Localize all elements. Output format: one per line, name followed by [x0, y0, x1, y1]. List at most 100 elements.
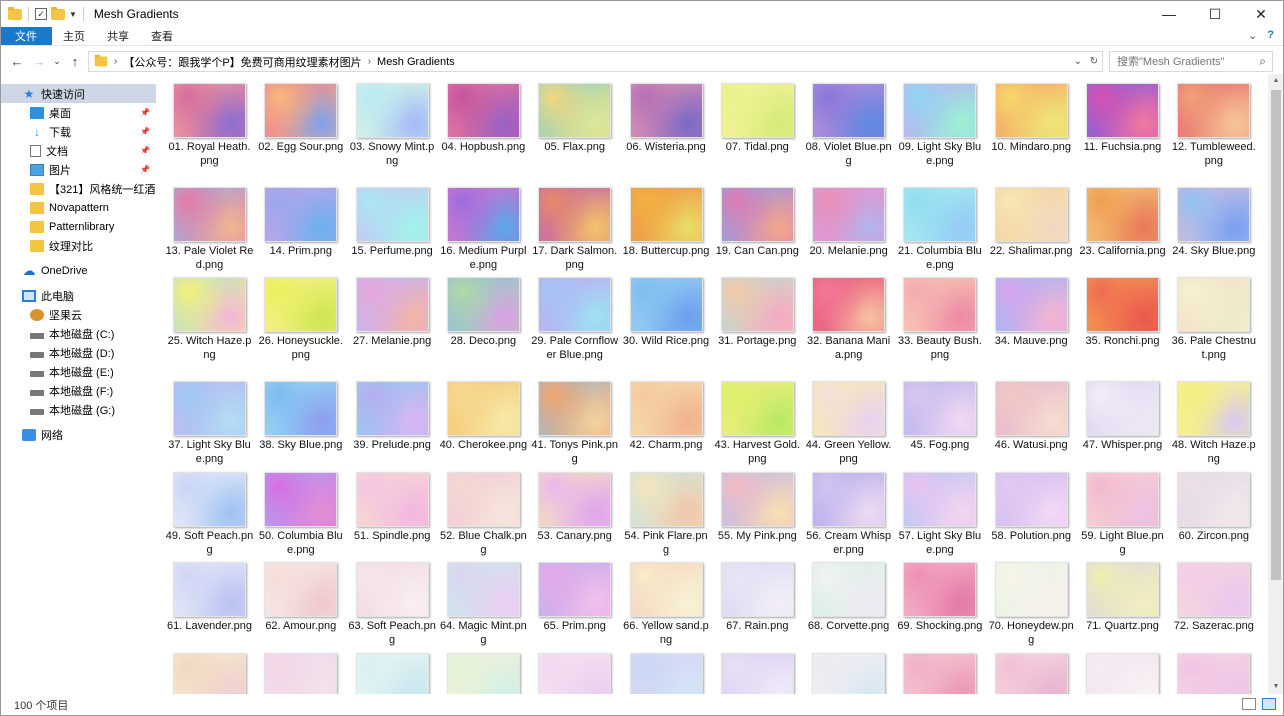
- file-item[interactable]: 18. Buttercup.png: [621, 184, 712, 259]
- file-item[interactable]: 37. Light Sky Blue.png: [164, 378, 255, 466]
- file-item[interactable]: 05. Flax.png: [529, 80, 620, 155]
- scrollbar-thumb[interactable]: [1271, 90, 1281, 580]
- file-item[interactable]: 20. Melanie.png: [803, 184, 894, 259]
- file-item[interactable]: 68. Corvette.png: [803, 559, 894, 634]
- file-item[interactable]: [1077, 650, 1168, 694]
- large-icons-view-icon[interactable]: [1262, 698, 1276, 710]
- file-item[interactable]: 58. Polution.png: [986, 469, 1077, 544]
- file-item[interactable]: 60. Zircon.png: [1168, 469, 1259, 544]
- minimize-button[interactable]: —: [1146, 0, 1192, 28]
- tab-home[interactable]: 主页: [52, 27, 96, 45]
- file-item[interactable]: 49. Soft Peach.png: [164, 469, 255, 557]
- nav-item[interactable]: 本地磁盘 (G:): [0, 400, 156, 419]
- nav-item[interactable]: ☁ OneDrive: [0, 261, 156, 280]
- nav-item[interactable]: 网络: [0, 425, 156, 444]
- nav-item[interactable]: 本地磁盘 (D:): [0, 343, 156, 362]
- file-item[interactable]: 63. Soft Peach.png: [347, 559, 438, 647]
- file-item[interactable]: 64. Magic Mint.png: [438, 559, 529, 647]
- file-item[interactable]: 41. Tonys Pink.png: [529, 378, 620, 466]
- expand-ribbon-chevron-icon[interactable]: ⌄: [1248, 29, 1257, 42]
- file-item[interactable]: 01. Royal Heath.png: [164, 80, 255, 168]
- close-button[interactable]: ✕: [1238, 0, 1284, 28]
- file-item[interactable]: 13. Pale Violet Red.png: [164, 184, 255, 272]
- file-item[interactable]: 07. Tidal.png: [712, 80, 803, 155]
- file-item[interactable]: 15. Perfume.png: [347, 184, 438, 259]
- file-item[interactable]: 50. Columbia Blue.png: [255, 469, 346, 557]
- file-item[interactable]: 36. Pale Chestnut.png: [1168, 274, 1259, 362]
- up-arrow-icon[interactable]: ↑: [64, 54, 86, 69]
- file-item[interactable]: 11. Fuchsia.png: [1077, 80, 1168, 155]
- search-icon[interactable]: ⌕: [1259, 54, 1266, 69]
- nav-item[interactable]: 【321】风格统一红酒: [0, 179, 156, 198]
- breadcrumb-item-current[interactable]: Mesh Gradients: [377, 56, 455, 68]
- file-item[interactable]: 66. Yellow sand.png: [621, 559, 712, 647]
- file-item[interactable]: 43. Harvest Gold.png: [712, 378, 803, 466]
- file-item[interactable]: 45. Fog.png: [894, 378, 985, 453]
- nav-item[interactable]: 图片 📌: [0, 160, 156, 179]
- nav-item[interactable]: 桌面 📌: [0, 103, 156, 122]
- back-arrow-icon[interactable]: ←: [6, 54, 28, 69]
- file-item[interactable]: 12. Tumbleweed.png: [1168, 80, 1259, 168]
- file-item[interactable]: 51. Spindle.png: [347, 469, 438, 544]
- tab-share[interactable]: 共享: [96, 27, 140, 45]
- file-item[interactable]: [347, 650, 438, 694]
- file-item[interactable]: 48. Witch Haze.png: [1168, 378, 1259, 466]
- file-item[interactable]: 53. Canary.png: [529, 469, 620, 544]
- file-item[interactable]: 09. Light Sky Blue.png: [894, 80, 985, 168]
- maximize-button[interactable]: ☐: [1192, 0, 1238, 28]
- nav-item[interactable]: ↓ 下载 📌: [0, 122, 156, 141]
- tab-file[interactable]: 文件: [0, 27, 52, 45]
- file-item[interactable]: [1168, 650, 1259, 694]
- file-item[interactable]: 17. Dark Salmon.png: [529, 184, 620, 272]
- file-item[interactable]: [894, 650, 985, 694]
- properties-icon[interactable]: ✓: [35, 8, 47, 20]
- file-item[interactable]: 24. Sky Blue.png: [1168, 184, 1259, 259]
- file-item[interactable]: 65. Prim.png: [529, 559, 620, 634]
- file-item[interactable]: 42. Charm.png: [621, 378, 712, 453]
- file-item[interactable]: 54. Pink Flare.png: [621, 469, 712, 557]
- file-item[interactable]: 08. Violet Blue.png: [803, 80, 894, 168]
- file-item[interactable]: 52. Blue Chalk.png: [438, 469, 529, 557]
- file-item[interactable]: 38. Sky Blue.png: [255, 378, 346, 453]
- breadcrumb-separator-icon[interactable]: ›: [368, 56, 371, 67]
- file-item[interactable]: 28. Deco.png: [438, 274, 529, 349]
- file-item[interactable]: 19. Can Can.png: [712, 184, 803, 259]
- file-item[interactable]: 72. Sazerac.png: [1168, 559, 1259, 634]
- file-item[interactable]: [255, 650, 346, 694]
- file-item[interactable]: 47. Whisper.png: [1077, 378, 1168, 453]
- file-item[interactable]: 30. Wild Rice.png: [621, 274, 712, 349]
- nav-item[interactable]: 本地磁盘 (C:): [0, 324, 156, 343]
- file-item[interactable]: 59. Light Blue.png: [1077, 469, 1168, 557]
- new-folder-icon[interactable]: [51, 6, 65, 20]
- file-item[interactable]: 23. California.png: [1077, 184, 1168, 259]
- file-item[interactable]: 29. Pale Cornflower Blue.png: [529, 274, 620, 362]
- file-item[interactable]: 44. Green Yellow.png: [803, 378, 894, 466]
- file-item[interactable]: [803, 650, 894, 694]
- file-item[interactable]: 46. Watusi.png: [986, 378, 1077, 453]
- address-history-chevron-icon[interactable]: ⌄: [1070, 56, 1086, 67]
- file-item[interactable]: 21. Columbia Blue.png: [894, 184, 985, 272]
- file-item[interactable]: 40. Cherokee.png: [438, 378, 529, 453]
- nav-item[interactable]: 本地磁盘 (F:): [0, 381, 156, 400]
- file-item[interactable]: 06. Wisteria.png: [621, 80, 712, 155]
- search-input[interactable]: [1117, 55, 1252, 68]
- help-icon[interactable]: ?: [1267, 29, 1274, 42]
- file-item[interactable]: 02. Egg Sour.png: [255, 80, 346, 155]
- nav-item[interactable]: 此电脑: [0, 286, 156, 305]
- tab-view[interactable]: 查看: [140, 27, 184, 45]
- nav-item[interactable]: 坚果云: [0, 305, 156, 324]
- file-item[interactable]: 62. Amour.png: [255, 559, 346, 634]
- nav-item[interactable]: 纹理对比: [0, 236, 156, 255]
- file-item[interactable]: 26. Honeysuckle.png: [255, 274, 346, 362]
- file-item[interactable]: [529, 650, 620, 694]
- nav-item[interactable]: ★ 快速访问: [0, 84, 156, 103]
- file-item[interactable]: 04. Hopbush.png: [438, 80, 529, 155]
- file-item[interactable]: 33. Beauty Bush.png: [894, 274, 985, 362]
- forward-arrow-icon[interactable]: →: [28, 54, 50, 69]
- file-item[interactable]: 39. Prelude.png: [347, 378, 438, 453]
- file-item[interactable]: 14. Prim.png: [255, 184, 346, 259]
- file-item[interactable]: 35. Ronchi.png: [1077, 274, 1168, 349]
- file-item[interactable]: [712, 650, 803, 694]
- file-item[interactable]: [164, 650, 255, 694]
- details-view-icon[interactable]: [1242, 698, 1256, 710]
